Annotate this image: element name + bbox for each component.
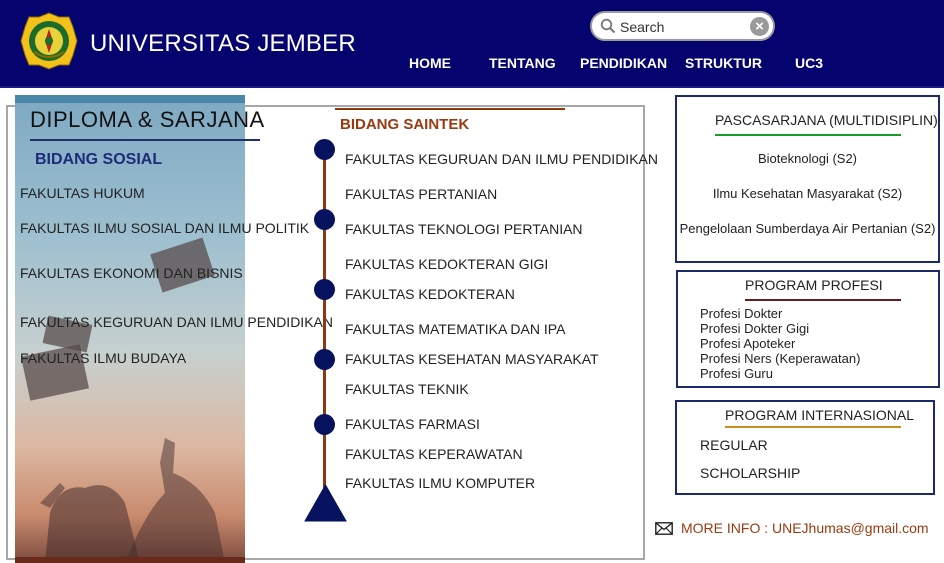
search-box[interactable]: × [590,11,775,41]
saintek-faculty-link[interactable]: FAKULTAS KEPERAWATAN [345,446,523,462]
profesi-program-link[interactable]: Profesi Ners (Keperawatan) [700,351,860,366]
profesi-program-link[interactable]: Profesi Apoteker [700,336,795,351]
title-underline [30,139,260,141]
saintek-faculty-link[interactable]: FAKULTAS ILMU KOMPUTER [345,475,535,491]
sosial-faculty-link[interactable]: FAKULTAS KEGURUAN DAN ILMU PENDIDIKAN [20,314,333,330]
pascasarjana-heading: PASCASARJANA (MULTIDISIPLIN) [715,112,938,128]
search-input[interactable] [620,18,745,36]
nav-uc3[interactable]: UC3 [795,55,823,71]
search-icon [600,18,616,34]
site-header: UNIVERSITAS JEMBER × HOME TENTANG PENDID… [0,0,944,88]
timeline-dot [314,139,335,160]
timeline-arrow-icon [304,484,347,522]
nav-tentang[interactable]: TENTANG [489,55,556,71]
saintek-faculty-link[interactable]: FAKULTAS KEDOKTERAN [345,286,515,302]
saintek-faculty-link[interactable]: FAKULTAS KESEHATAN MASYARAKAT [345,351,599,367]
more-info-text[interactable]: MORE INFO : UNEJhumas@gmail.com [681,520,929,536]
saintek-overline [335,108,565,110]
bidang-saintek-heading: BIDANG SAINTEK [340,116,470,133]
saintek-faculty-link[interactable]: FAKULTAS KEGURUAN DAN ILMU PENDIDIKAN [345,151,658,167]
pascasarjana-program-link[interactable]: Pengelolaan Sumberdaya Air Pertanian (S2… [677,221,938,236]
saintek-faculty-link[interactable]: FAKULTAS PERTANIAN [345,186,497,202]
photo-top-bar [15,95,245,103]
saintek-faculty-link[interactable]: FAKULTAS FARMASI [345,416,480,432]
nav-home[interactable]: HOME [409,55,451,71]
profesi-program-link[interactable]: Profesi Dokter Gigi [700,321,809,336]
graduates-silhouette [40,438,225,563]
program-profesi-heading: PROGRAM PROFESI [745,277,883,293]
sosial-faculty-link[interactable]: FAKULTAS ILMU SOSIAL DAN ILMU POLITIK [20,220,309,236]
saintek-faculty-link[interactable]: FAKULTAS TEKNOLOGI PERTANIAN [345,221,583,237]
program-internasional-panel: PROGRAM INTERNASIONAL REGULAR SCHOLARSHI… [675,400,935,495]
envelope-icon [655,522,673,535]
nav-pendidikan[interactable]: PENDIDIKAN [580,55,667,71]
program-internasional-heading: PROGRAM INTERNASIONAL [725,407,915,423]
profesi-program-link[interactable]: Profesi Guru [700,366,773,381]
diploma-sarjana-title: DIPLOMA & SARJANA [30,107,265,132]
timeline-dot [314,349,335,370]
bidang-sosial-heading: BIDANG SOSIAL [35,151,163,168]
timeline-dot [314,209,335,230]
profesi-program-link[interactable]: Profesi Dokter [700,306,782,321]
pascasarjana-program-link[interactable]: Ilmu Kesehatan Masyarakat (S2) [677,186,938,201]
clear-search-icon[interactable]: × [750,17,769,36]
saintek-faculty-link[interactable]: FAKULTAS MATEMATIKA DAN IPA [345,321,565,337]
program-profesi-panel: PROGRAM PROFESI Profesi Dokter Profesi D… [676,270,940,388]
sosial-faculty-link[interactable]: FAKULTAS HUKUM [20,185,145,201]
university-logo[interactable] [20,12,78,70]
internasional-program-link[interactable]: SCHOLARSHIP [700,465,800,481]
timeline-dot [314,279,335,300]
nav-struktur[interactable]: STRUKTUR [685,55,762,71]
pascasarjana-underline [715,134,901,136]
photo-bottom-bar [15,557,245,563]
profesi-underline [745,299,901,301]
more-info-link[interactable]: MORE INFO : UNEJhumas@gmail.com [655,520,929,536]
site-title[interactable]: UNIVERSITAS JEMBER [90,30,356,58]
timeline-dot [314,414,335,435]
pascasarjana-program-link[interactable]: Bioteknologi (S2) [677,151,938,166]
saintek-faculty-link[interactable]: FAKULTAS TEKNIK [345,381,469,397]
saintek-faculty-link[interactable]: FAKULTAS KEDOKTERAN GIGI [345,256,548,272]
internasional-program-link[interactable]: REGULAR [700,437,768,453]
sosial-faculty-link[interactable]: FAKULTAS EKONOMI DAN BISNIS [20,265,243,281]
pascasarjana-panel: PASCASARJANA (MULTIDISIPLIN) Bioteknolog… [675,95,940,263]
internasional-underline [725,426,901,428]
sosial-faculty-link[interactable]: FAKULTAS ILMU BUDAYA [20,350,186,366]
timeline-line [323,150,326,495]
